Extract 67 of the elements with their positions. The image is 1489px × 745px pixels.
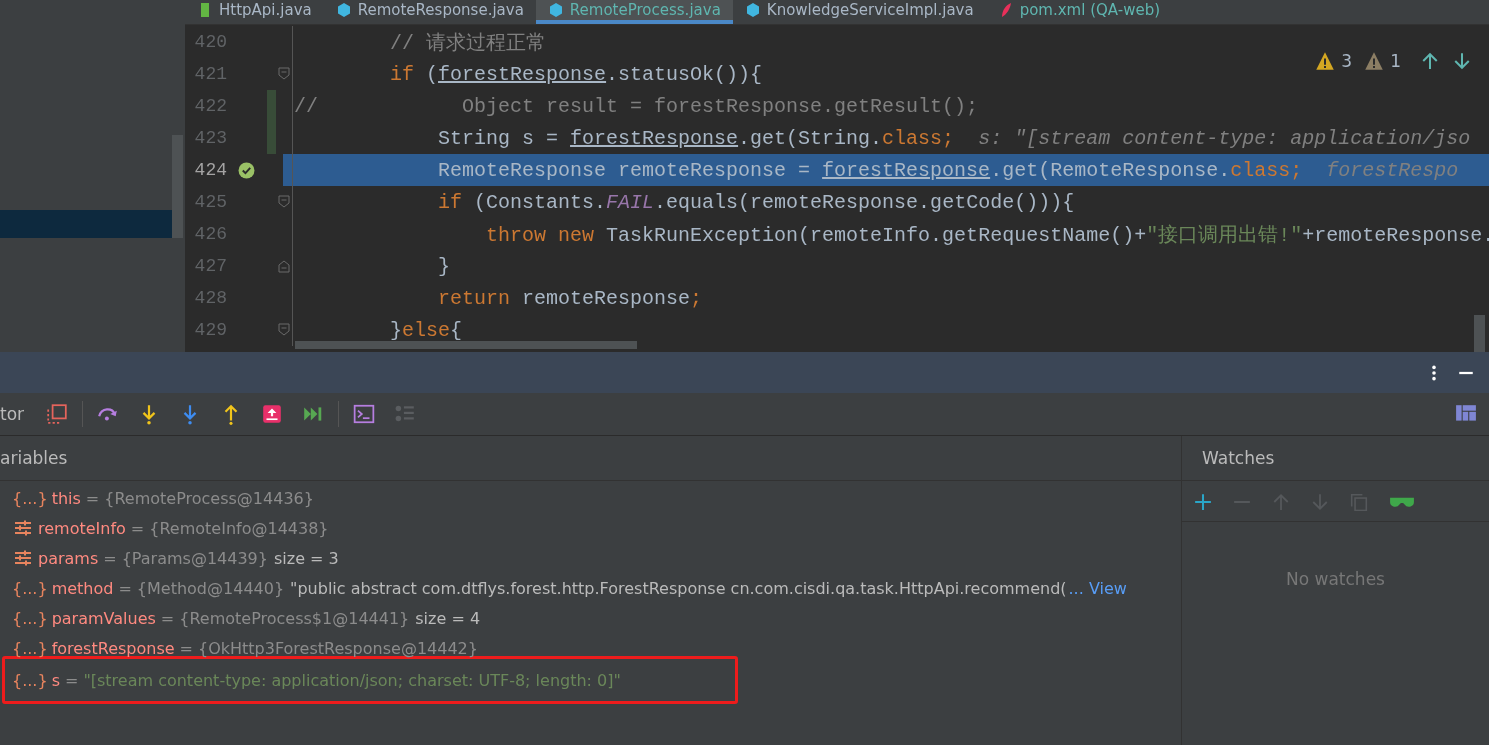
equals-sign: = xyxy=(130,518,145,538)
editor-tab[interactable]: KnowledgeServiceImpl.java xyxy=(732,0,986,20)
object-icon: {...} xyxy=(12,488,48,508)
variable-name: s xyxy=(51,670,60,690)
code-line: }else{ xyxy=(389,318,463,342)
line-number: 428 xyxy=(193,288,227,308)
variable-value: {Method@14440} xyxy=(136,578,285,598)
variable-row[interactable]: {...} paramValues = {RemoteProcess$1@14441} size = 4 xyxy=(0,603,1181,633)
line-number: 426 xyxy=(193,224,227,244)
code-line: if (Constants.FAIL.equals(remoteResponse.getCode())){ xyxy=(437,190,1075,214)
view-link[interactable]: ... View xyxy=(1068,578,1127,598)
line-number: 422 xyxy=(193,96,227,116)
variable-name: method xyxy=(51,578,114,598)
panel-title: Watches xyxy=(1202,448,1275,468)
line-number: 429 xyxy=(193,320,227,340)
variable-row[interactable]: {...} s = "[stream content-type: application/json; charset: UTF-8; length: 0]" xyxy=(2,656,738,704)
value-detail: size = 3 xyxy=(273,548,339,568)
equals-sign: = xyxy=(160,608,175,628)
code-line: // Object result = forestResponse.getResult(); xyxy=(293,94,979,118)
line-number: 424 xyxy=(193,160,227,180)
code-line: // 请求过程正常 xyxy=(389,30,547,56)
variable-value: {RemoteProcess@14436} xyxy=(104,488,314,508)
variable-value: {RemoteProcess$1@14441} xyxy=(179,608,410,628)
code-line: String s = forestResponse.get(String.class; s: "[stream content-type: application/jso xyxy=(437,126,1471,150)
editor-tab[interactable]: RemoteResponse.java xyxy=(323,0,536,20)
object-icon: {...} xyxy=(12,608,48,628)
line-number: 420 xyxy=(193,32,227,52)
warning-count: 3 xyxy=(1341,51,1353,71)
code-line: RemoteResponse remoteResponse = forestResponse.get(RemoteResponse.class; forestRespo xyxy=(437,158,1459,182)
variable-row[interactable]: params = {Params@14439} size = 3 xyxy=(0,543,1181,573)
value-detail: size = 4 xyxy=(415,608,481,628)
variable-value: {OkHttp3ForestResponse@14442} xyxy=(198,638,478,658)
variable-value: {RemoteInfo@14438} xyxy=(149,518,329,538)
value-detail: "public abstract com.dtflys.forest.http.ForestResponse cn.com.cisdi.qa.task.HttpApi.recommend( xyxy=(290,578,1067,598)
equals-sign: = xyxy=(118,578,132,598)
variable-name: params xyxy=(38,548,99,568)
equals-sign: = xyxy=(85,488,100,508)
panel-title: ariables xyxy=(0,448,68,468)
editor-tab[interactable]: pom.xml (QA-web) xyxy=(985,0,1173,20)
line-number: 425 xyxy=(193,192,227,212)
variable-name: forestResponse xyxy=(51,638,175,658)
line-number: 427 xyxy=(193,256,227,276)
variable-row[interactable]: {...} this = {RemoteProcess@14436} xyxy=(0,483,1181,513)
object-icon: {...} xyxy=(12,638,48,658)
code-line: throw new TaskRunException(remoteInfo.getRequestName()+"接口调用出错!"+remoteResponse. xyxy=(485,222,1489,248)
string-value: "[stream content-type: application/json; charset: UTF-8; length: 0]" xyxy=(83,670,621,690)
variable-value: {Params@14439} xyxy=(121,548,268,568)
code-line: } xyxy=(437,254,451,278)
weak-warning-count: 1 xyxy=(1390,51,1401,71)
debugger-tab[interactable]: tor xyxy=(0,404,25,424)
variable-row[interactable]: {...} method = {Method@14440} "public abstract com.dtflys.forest.http.ForestResponse cn.com.cisdi.qa.task.HttpApi.recommend(... View xyxy=(0,573,1181,603)
code-line: return remoteResponse; xyxy=(437,286,703,310)
variable-name: this xyxy=(51,488,81,508)
object-icon: {...} xyxy=(12,670,48,690)
variable-row[interactable]: remoteInfo = {RemoteInfo@14438} xyxy=(0,513,1181,543)
equals-sign: = xyxy=(103,548,117,568)
object-icon: {...} xyxy=(12,578,48,598)
line-number: 423 xyxy=(193,128,227,148)
equals-sign: = xyxy=(179,638,193,658)
variable-name: paramValues xyxy=(51,608,156,628)
empty-message: No watches xyxy=(1286,568,1385,589)
editor-tab[interactable]: HttpApi.java xyxy=(185,0,324,20)
equals-sign: = xyxy=(64,670,79,690)
variable-name: remoteInfo xyxy=(38,518,126,538)
editor-tab[interactable]: RemoteProcess.java xyxy=(535,0,733,24)
line-number: 421 xyxy=(193,64,227,84)
code-line: if (forestResponse.statusOk()){ xyxy=(389,62,763,86)
